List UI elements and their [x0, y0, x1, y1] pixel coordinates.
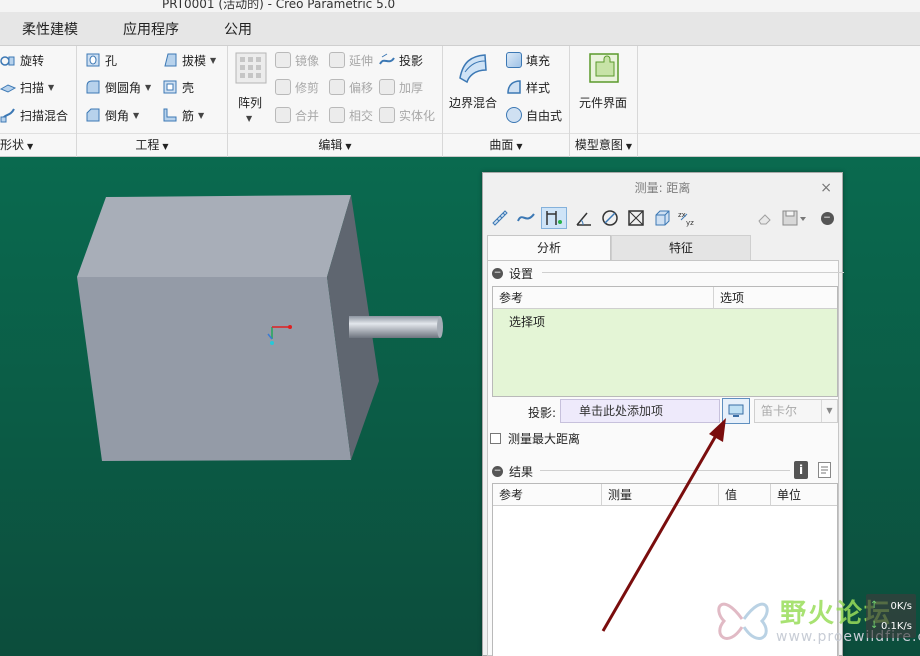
download-arrow-icon: ↓: [870, 620, 879, 631]
butterfly-logo-icon: [717, 602, 769, 640]
upload-arrow-icon: ↑: [870, 600, 879, 611]
network-speed-widget: ↑ 0K/s ↓ 0.1K/s: [866, 594, 916, 638]
download-speed: 0.1K/s: [880, 621, 912, 632]
upload-speed: 0K/s: [890, 601, 913, 612]
annotation-arrow: [601, 418, 726, 632]
